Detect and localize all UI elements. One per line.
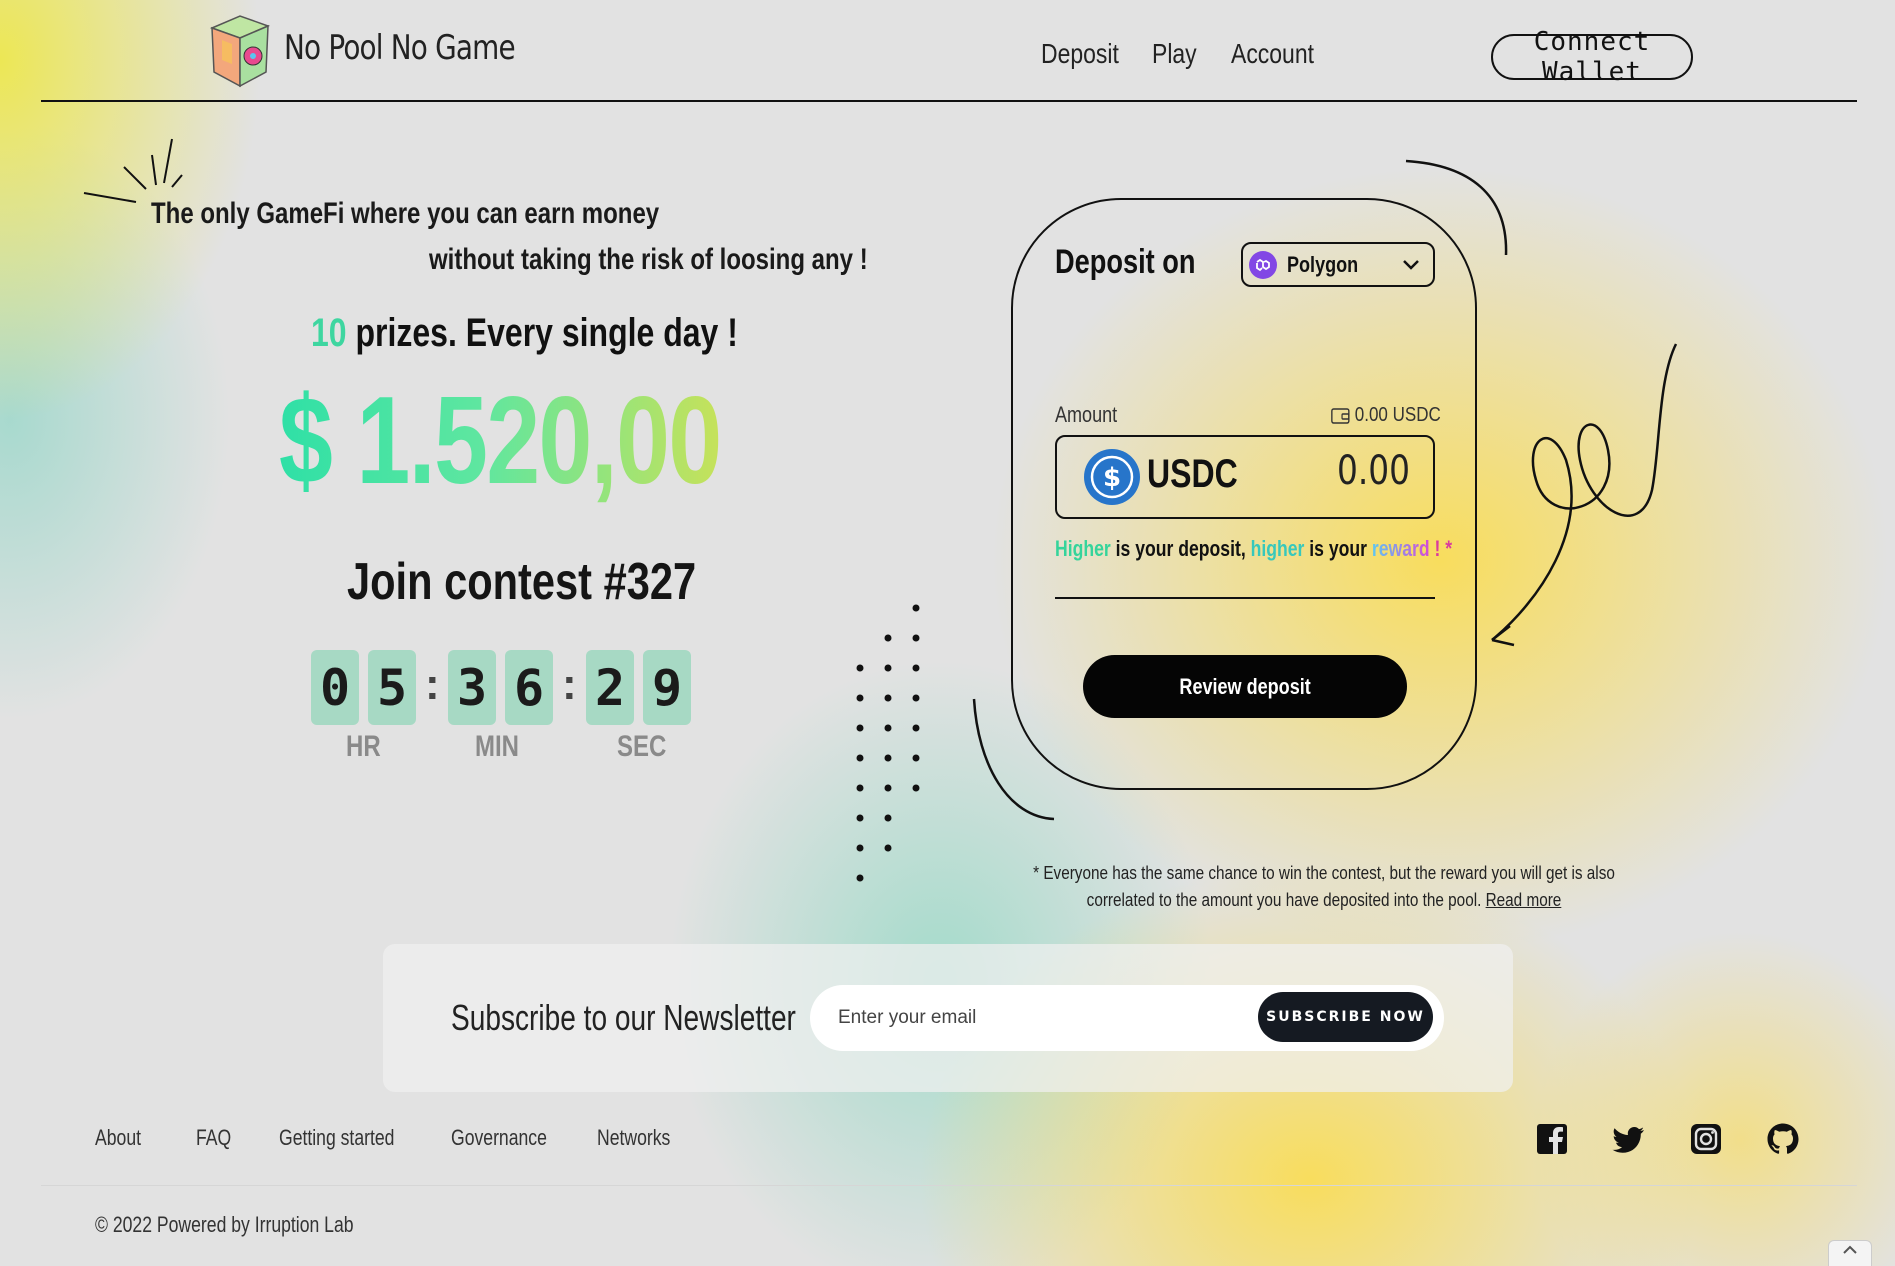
nav-account[interactable]: Account (1231, 38, 1314, 70)
footer-link-faq[interactable]: FAQ (196, 1125, 231, 1151)
deposit-title: Deposit on (1055, 243, 1196, 281)
dots-decoration (856, 604, 920, 882)
prize-amount: $ 1.520,00 (279, 372, 722, 510)
network-select[interactable]: Polygon (1241, 242, 1435, 287)
prizes-count: 10 (311, 311, 347, 355)
nav-deposit[interactable]: Deposit (1041, 38, 1119, 70)
prizes-headline: 10 prizes. Every single day ! (311, 311, 738, 356)
usdc-icon: $ (1084, 449, 1140, 505)
countdown-digit: 9 (643, 650, 691, 725)
footer-divider (41, 1185, 1857, 1186)
facebook-icon[interactable] (1535, 1122, 1569, 1156)
deposit-footnote: * Everyone has the same chance to win th… (1015, 860, 1634, 914)
countdown-digit: 0 (311, 650, 359, 725)
logo-icon[interactable] (206, 10, 272, 90)
copyright-text: © 2022 Powered by Irruption Lab (95, 1212, 354, 1237)
review-deposit-button[interactable]: Review deposit (1083, 655, 1407, 718)
scroll-to-top-button[interactable] (1828, 1240, 1872, 1266)
countdown-separator: : (425, 660, 440, 709)
wallet-icon (1331, 407, 1350, 424)
countdown-digit: 5 (368, 650, 416, 725)
countdown-label-hours: HR (346, 730, 381, 763)
footer-link-networks[interactable]: Networks (597, 1125, 670, 1151)
hint-underline (1055, 597, 1435, 599)
tagline-line2: without taking the risk of loosing any ! (429, 243, 868, 276)
loop-arrow-decoration (1491, 343, 1678, 647)
amount-input[interactable]: 0.00 (1320, 448, 1410, 494)
countdown-digit: 2 (586, 650, 634, 725)
instagram-icon[interactable] (1689, 1122, 1723, 1156)
review-deposit-label: Review deposit (1179, 673, 1311, 699)
prizes-text: prizes. Every single day ! (346, 311, 738, 355)
wallet-balance: 0.00 USDC (1331, 404, 1441, 427)
brand-name[interactable]: No Pool No Game (284, 28, 516, 68)
github-icon[interactable] (1766, 1122, 1800, 1156)
footer-link-governance[interactable]: Governance (451, 1125, 547, 1151)
countdown-digit: 6 (505, 650, 553, 725)
hint-text: is your (1304, 536, 1372, 561)
hint-word: Higher (1055, 536, 1111, 561)
countdown-label-minutes: MIN (475, 730, 519, 763)
twitter-icon[interactable] (1612, 1122, 1646, 1156)
token-symbol: USDC (1147, 452, 1238, 496)
read-more-link[interactable]: Read more (1486, 890, 1562, 910)
header-divider (41, 100, 1857, 102)
svg-text:$: $ (1103, 463, 1121, 493)
hint-text: is your deposit, (1110, 536, 1251, 561)
polygon-icon (1249, 250, 1277, 279)
hint-text: ! * (1429, 536, 1453, 561)
amount-label: Amount (1055, 402, 1118, 427)
connect-wallet-button[interactable]: Connect Wallet (1491, 27, 1693, 87)
subscribe-button[interactable]: SUBSCRIBE NOW (1258, 992, 1433, 1042)
tagline-line1: The only GameFi where you can earn money (151, 197, 660, 230)
hint-word: reward (1371, 536, 1430, 561)
network-name: Polygon (1287, 251, 1359, 277)
countdown-label-seconds: SEC (617, 730, 667, 763)
contest-title: Join contest #327 (347, 553, 697, 611)
nav-play[interactable]: Play (1152, 38, 1197, 70)
newsletter-title: Subscribe to our Newsletter (451, 997, 796, 1038)
countdown-digit: 3 (448, 650, 496, 725)
footer-link-getting-started[interactable]: Getting started (279, 1125, 394, 1151)
deposit-hint: Higher is your deposit, higher is your r… (1055, 536, 1452, 562)
balance-value: 0.00 USDC (1354, 404, 1441, 426)
chevron-down-icon (1403, 260, 1419, 270)
hint-word: higher (1250, 536, 1305, 561)
footer-link-about[interactable]: About (95, 1125, 141, 1151)
countdown-separator: : (562, 660, 577, 709)
chevron-up-icon (1843, 1245, 1857, 1254)
